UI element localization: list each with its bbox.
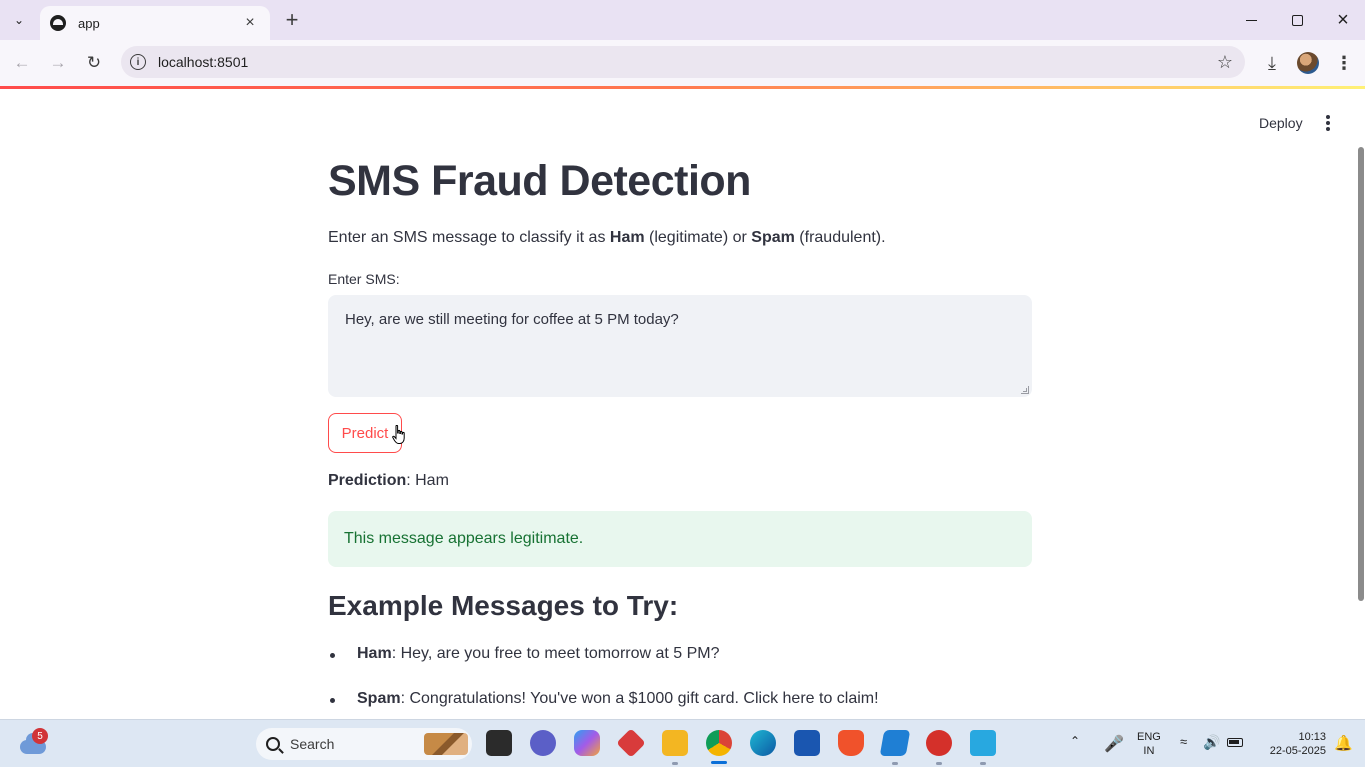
file-explorer-icon[interactable] (662, 730, 688, 756)
window-minimize-icon[interactable] (1236, 6, 1266, 34)
spam-keyword: Spam (751, 229, 795, 246)
taskbar-search[interactable]: Search (256, 728, 472, 760)
language-indicator[interactable]: ENG IN (1137, 730, 1161, 758)
copilot-icon[interactable] (574, 730, 600, 756)
microphone-icon[interactable]: 🎤 (1104, 734, 1124, 754)
bookmark-star-icon[interactable]: ☆ (1217, 52, 1233, 73)
brave-icon[interactable] (838, 730, 864, 756)
wps-office-icon[interactable] (926, 730, 952, 756)
start-windows-icon[interactable] (219, 730, 243, 754)
tab-search-chevron-icon[interactable]: ⌄ (6, 8, 32, 32)
browser-tab[interactable]: app × (40, 6, 270, 40)
sms-textarea[interactable]: Hey, are we still meeting for coffee at … (328, 295, 1032, 397)
running-indicator (980, 762, 986, 765)
url-text[interactable]: localhost:8501 (158, 54, 1217, 70)
teams-chat-icon[interactable] (530, 730, 556, 756)
active-app-indicator (711, 761, 727, 764)
volume-icon[interactable]: 🔊 (1203, 734, 1220, 751)
deploy-button[interactable]: Deploy (1251, 111, 1311, 135)
prediction-value: : Ham (406, 472, 449, 489)
tab-title: app (78, 15, 100, 31)
window-restore-icon[interactable] (1282, 6, 1312, 34)
prediction-result: Prediction: Ham (328, 472, 449, 490)
wifi-icon[interactable]: ≈ (1180, 734, 1187, 749)
windows-taskbar: 5 Search ⌃ 🎤 ENG IN ≈ 🔊 10:13 22-05-2025… (0, 719, 1365, 767)
weather-widget-icon[interactable]: 5 (18, 728, 48, 758)
reload-icon[interactable]: ↻ (80, 49, 108, 77)
notification-badge: 5 (32, 728, 48, 744)
examples-list: Ham: Hey, are you free to meet tomorrow … (328, 645, 1032, 719)
snipping-tool-icon[interactable] (970, 730, 996, 756)
app-viewport: Deploy SMS Fraud Detection Enter an SMS … (0, 89, 1365, 719)
search-label: Search (290, 736, 335, 752)
sms-textarea-value[interactable]: Hey, are we still meeting for coffee at … (345, 311, 679, 328)
microsoft-store-icon[interactable] (794, 730, 820, 756)
tab-close-icon[interactable]: × (240, 13, 260, 33)
list-item: Spam: Congratulations! You've won a $100… (328, 690, 1032, 719)
browser-tab-bar: ⌄ app × + × (0, 0, 1365, 40)
mouse-pointer-hand-icon (392, 425, 405, 444)
window-close-icon[interactable]: × (1328, 6, 1358, 34)
app-menu-icon[interactable] (1318, 113, 1338, 133)
page-title: SMS Fraud Detection (328, 157, 751, 205)
forward-arrow-icon[interactable]: → (44, 49, 72, 77)
examples-heading: Example Messages to Try: (328, 590, 679, 621)
battery-icon[interactable] (1227, 738, 1243, 747)
back-arrow-icon[interactable]: ← (8, 49, 36, 77)
list-item: Ham: Hey, are you free to meet tomorrow … (328, 645, 1032, 690)
prediction-label: Prediction (328, 472, 407, 489)
intro-text: Enter an SMS message to classify it as H… (328, 229, 886, 246)
sms-input-label: Enter SMS: (328, 271, 400, 287)
download-icon[interactable]: ⤓ (1258, 49, 1286, 77)
ham-keyword: Ham (609, 229, 645, 246)
success-alert-text: This message appears legitimate. (344, 530, 584, 547)
browser-menu-icon[interactable]: ⋮ (1330, 49, 1358, 77)
address-bar[interactable]: i localhost:8501 ☆ (121, 46, 1245, 78)
search-icon (266, 737, 280, 751)
task-view-icon[interactable] (486, 730, 512, 756)
new-tab-plus-icon[interactable]: + (280, 8, 304, 32)
edge-icon[interactable] (750, 730, 776, 756)
search-highlight-image (424, 733, 468, 755)
chrome-icon[interactable] (706, 730, 732, 756)
browser-toolbar: ← → ↻ i localhost:8501 ☆ ⤓ ⋮ (0, 40, 1365, 86)
site-info-icon[interactable]: i (130, 54, 146, 70)
show-hidden-icons-chevron-icon[interactable]: ⌃ (1070, 734, 1080, 748)
profile-avatar[interactable] (1294, 49, 1322, 77)
running-indicator (936, 762, 942, 765)
page-scrollbar[interactable] (1358, 147, 1364, 601)
streamlit-favicon-icon (50, 15, 66, 31)
vscode-icon[interactable] (879, 730, 911, 756)
success-alert: This message appears legitimate. (328, 511, 1032, 567)
running-indicator (892, 762, 898, 765)
system-clock[interactable]: 10:13 22-05-2025 (1256, 730, 1326, 758)
predict-button[interactable]: Predict (328, 413, 402, 453)
resize-grip-icon[interactable] (1021, 386, 1029, 394)
running-indicator (672, 762, 678, 765)
notification-bell-icon[interactable]: 🔔 (1334, 734, 1353, 752)
git-app-icon[interactable] (616, 728, 646, 758)
